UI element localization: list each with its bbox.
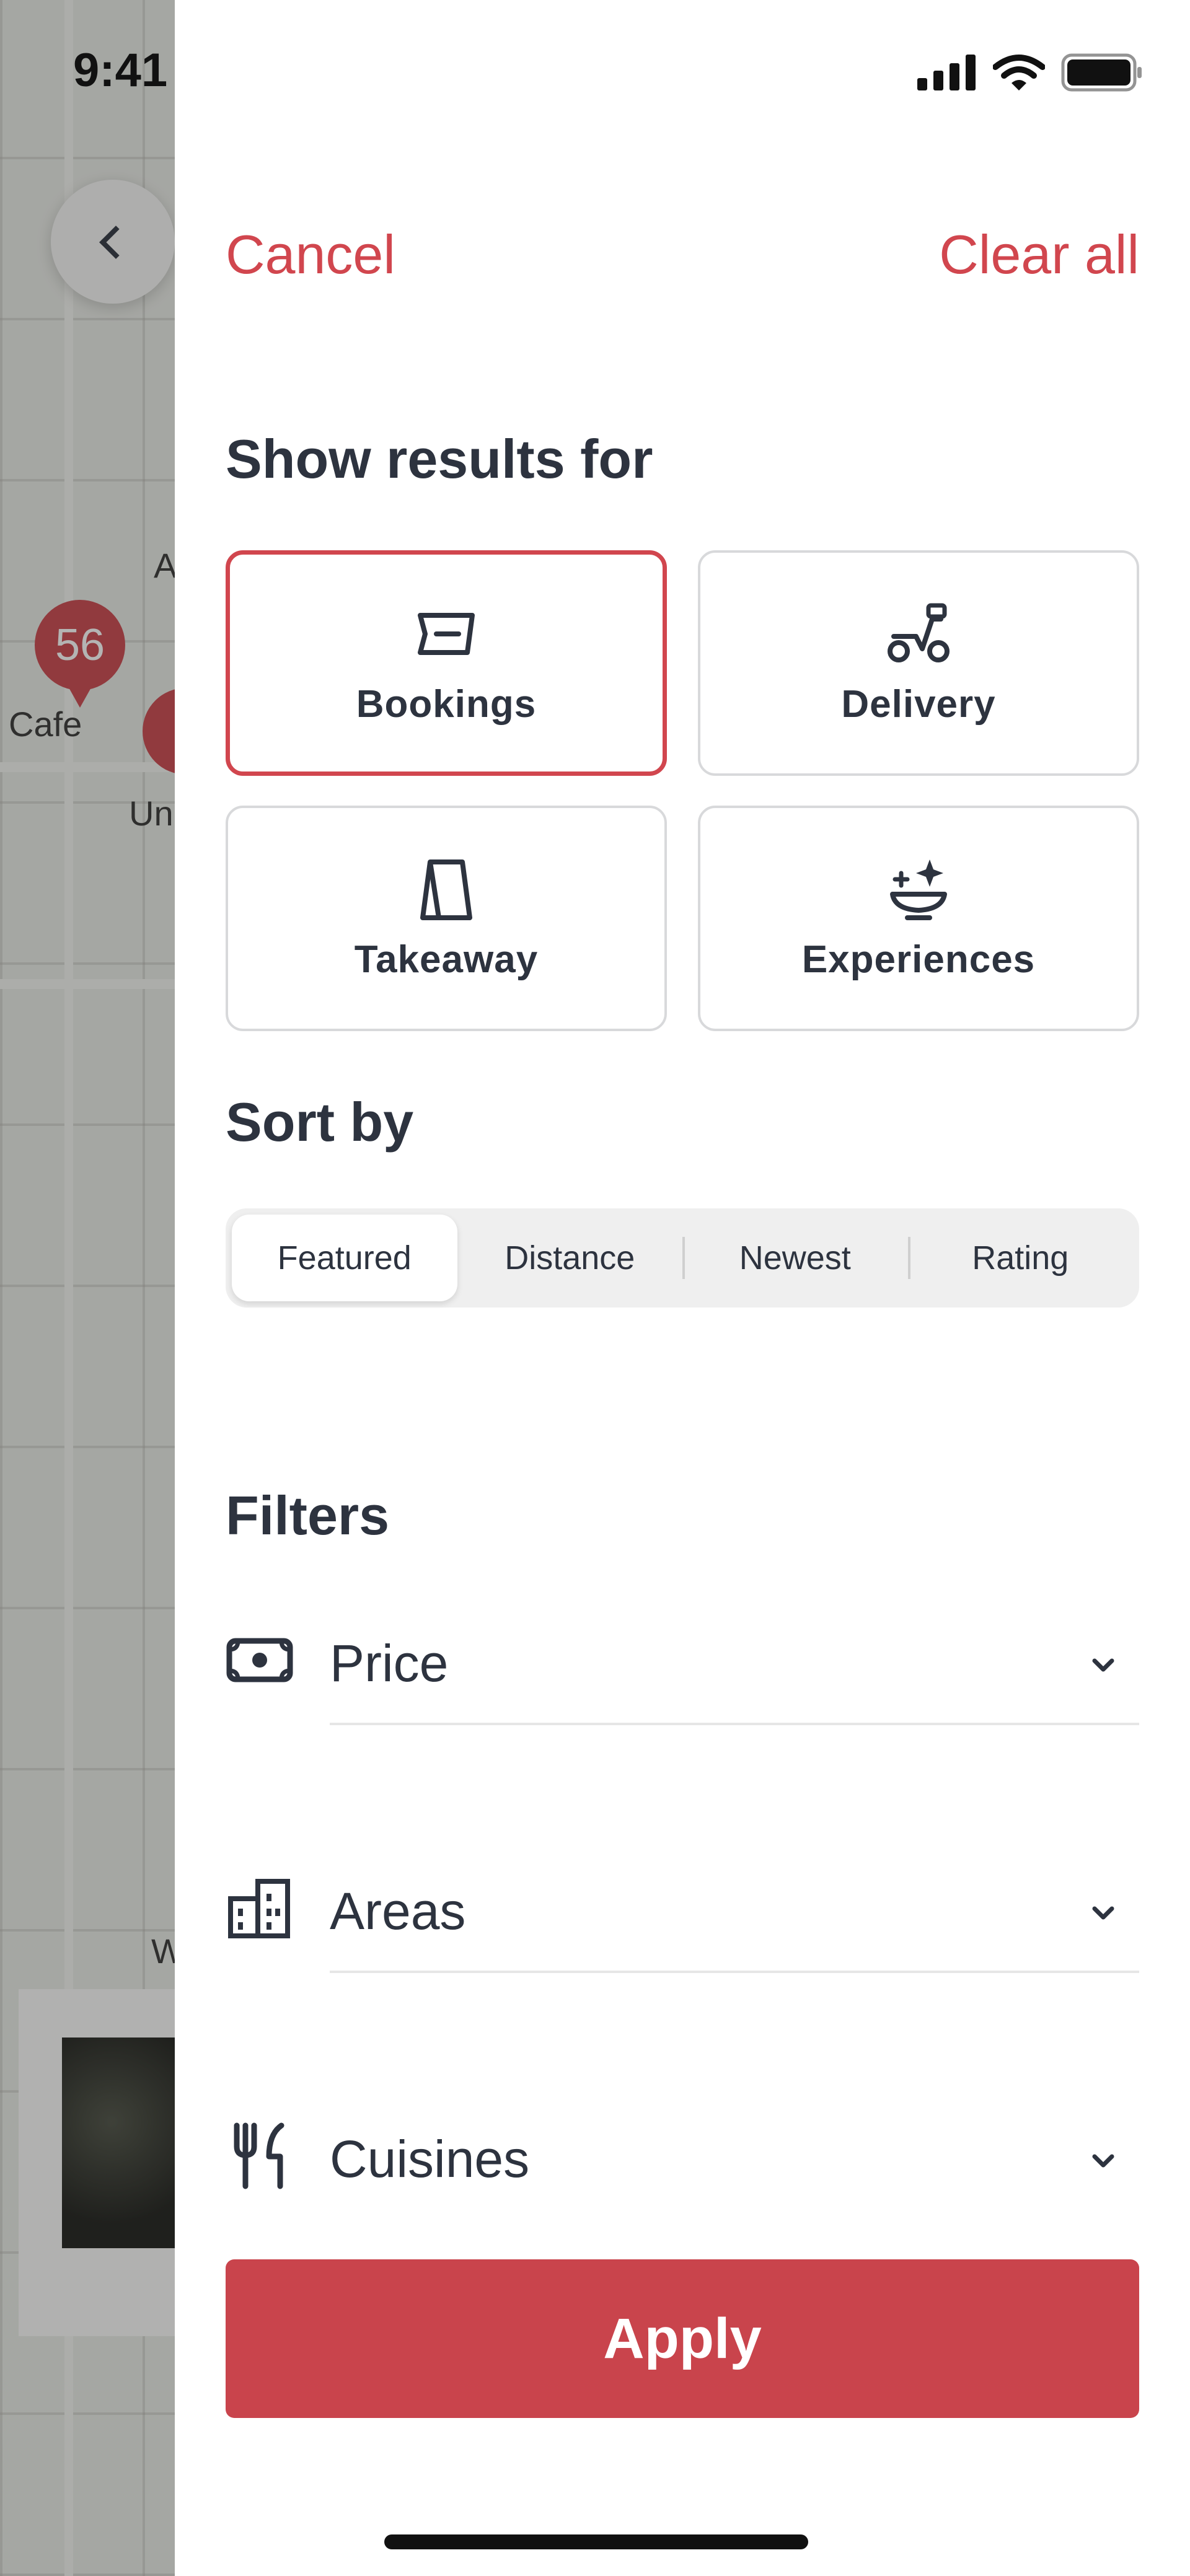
filter-row-price[interactable]: Price bbox=[226, 1601, 1139, 1725]
result-type-label: Experiences bbox=[801, 938, 1036, 981]
chevron-down-icon bbox=[1092, 1658, 1114, 1672]
buildings-icon bbox=[228, 1879, 290, 1938]
sort-option-rating[interactable]: Rating bbox=[907, 1215, 1134, 1301]
cancel-button[interactable]: Cancel bbox=[226, 223, 395, 286]
clear-all-button[interactable]: Clear all bbox=[939, 223, 1139, 286]
show-results-title: Show results for bbox=[226, 428, 653, 490]
fork-knife-icon bbox=[234, 2122, 284, 2189]
result-type-delivery[interactable]: Delivery bbox=[698, 550, 1139, 776]
status-icons bbox=[917, 53, 1143, 92]
divider bbox=[330, 1971, 1139, 1973]
sort-option-featured[interactable]: Featured bbox=[232, 1215, 457, 1301]
result-type-experiences[interactable]: Experiences bbox=[698, 806, 1139, 1031]
ticket-icon bbox=[418, 612, 475, 655]
filter-label: Areas bbox=[330, 1882, 466, 1940]
filter-row-areas[interactable]: Areas bbox=[226, 1849, 1139, 1973]
scooter-icon bbox=[888, 603, 950, 662]
divider bbox=[330, 1723, 1139, 1725]
home-indicator bbox=[384, 2534, 808, 2549]
chevron-down-icon bbox=[1092, 1906, 1114, 1920]
wifi-icon bbox=[993, 55, 1045, 90]
battery-icon bbox=[1061, 53, 1142, 92]
filter-label: Cuisines bbox=[330, 2130, 530, 2188]
result-type-bookings[interactable]: Bookings bbox=[226, 550, 667, 776]
result-type-label: Delivery bbox=[841, 682, 996, 726]
sheet-header: Cancel Clear all bbox=[226, 223, 1139, 285]
chevron-down-icon bbox=[1092, 2154, 1114, 2168]
filter-label: Price bbox=[330, 1634, 449, 1692]
apply-button[interactable]: Apply bbox=[226, 2259, 1139, 2418]
takeaway-bag-icon bbox=[420, 859, 472, 920]
sparkle-dish-icon bbox=[890, 859, 947, 920]
sort-by-title: Sort by bbox=[226, 1091, 414, 1153]
cellular-signal-icon bbox=[917, 55, 976, 90]
filters-title: Filters bbox=[226, 1485, 390, 1546]
sort-option-distance[interactable]: Distance bbox=[457, 1215, 683, 1301]
sort-option-newest[interactable]: Newest bbox=[682, 1215, 908, 1301]
filter-sheet: Cancel Clear all Show results for Bookin… bbox=[175, 0, 1190, 2576]
status-time: 9:41 bbox=[73, 44, 168, 97]
sort-segmented-control: Featured Distance Newest Rating bbox=[226, 1208, 1139, 1308]
filter-row-cuisines[interactable]: Cuisines bbox=[226, 2097, 1139, 2221]
result-type-label: Takeaway bbox=[354, 938, 539, 981]
result-type-takeaway[interactable]: Takeaway bbox=[226, 806, 667, 1031]
money-icon bbox=[226, 1638, 293, 1682]
result-type-label: Bookings bbox=[356, 682, 537, 726]
